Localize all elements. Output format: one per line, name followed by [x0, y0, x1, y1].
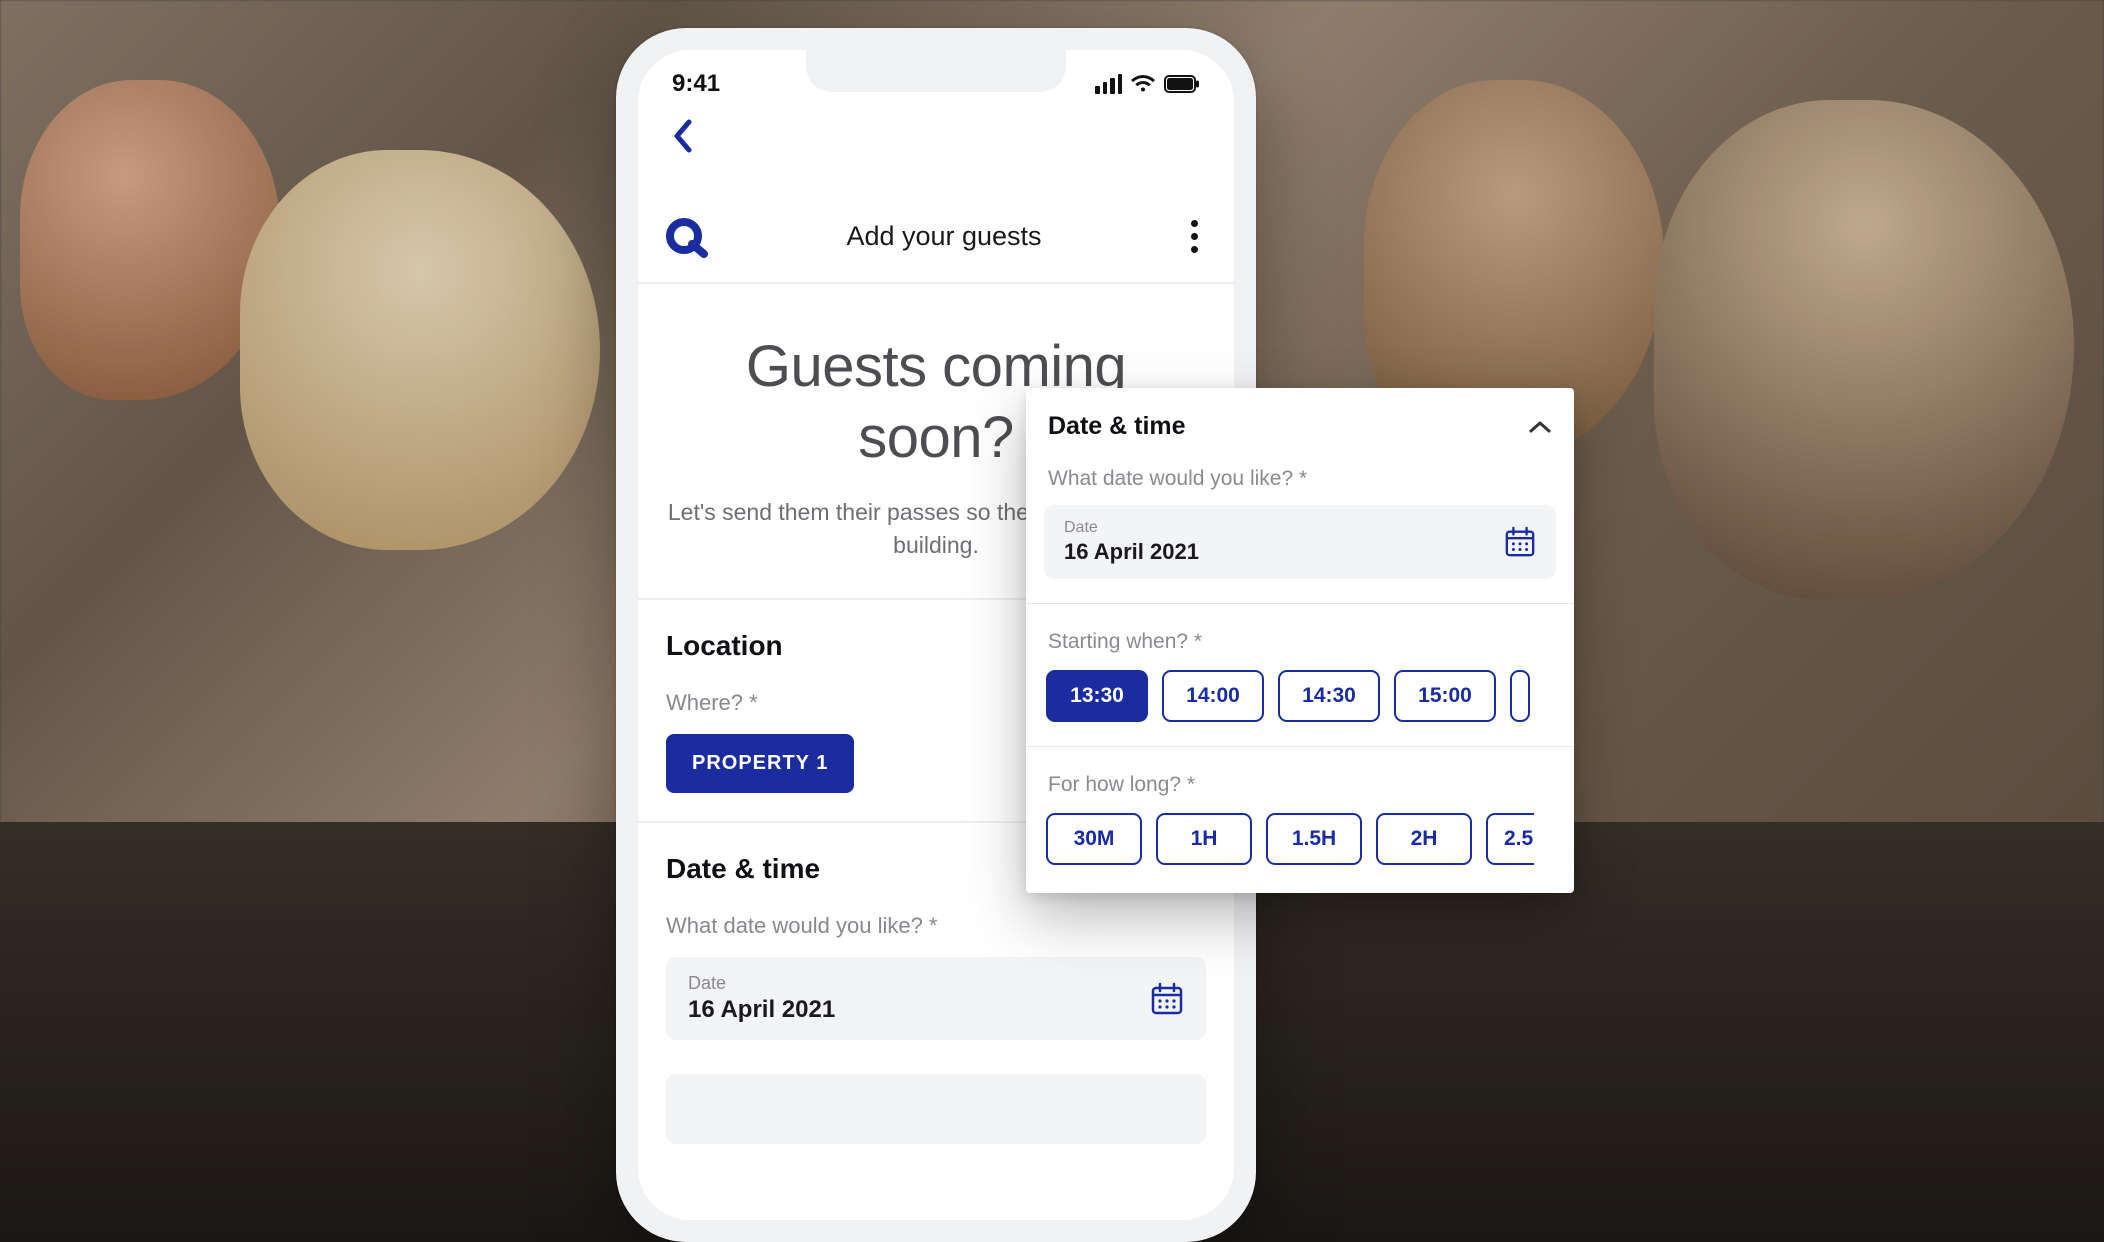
time-option[interactable]: 14:30 — [1278, 670, 1380, 722]
popover-date-field-value: 16 April 2021 — [1064, 539, 1199, 565]
chevron-left-icon — [671, 119, 693, 153]
kebab-dot-icon — [1191, 246, 1198, 253]
calendar-icon — [1504, 526, 1536, 558]
duration-option[interactable]: 30M — [1046, 813, 1142, 865]
battery-icon — [1164, 75, 1200, 93]
popover-title: Date & time — [1048, 412, 1186, 441]
status-time: 9:41 — [672, 70, 720, 98]
time-option[interactable]: 13:30 — [1046, 670, 1148, 722]
date-field-label: Date — [688, 973, 835, 994]
date-time-popover: Date & time What date would you like? * … — [1026, 388, 1574, 893]
date-time-title: Date & time — [666, 853, 820, 885]
wifi-icon — [1130, 74, 1156, 94]
divider — [1026, 746, 1574, 747]
date-question-label: What date would you like? * — [666, 913, 1206, 939]
popover-date-question: What date would you like? * — [1044, 467, 1556, 491]
time-option[interactable]: 14:00 — [1162, 670, 1264, 722]
popover-date-field-label: Date — [1064, 519, 1199, 537]
time-option[interactable]: 15:00 — [1394, 670, 1496, 722]
calendar-icon — [1150, 982, 1184, 1016]
date-input[interactable]: Date 16 April 2021 — [666, 957, 1206, 1040]
page-title: Add your guests — [708, 221, 1180, 252]
popover-date-input[interactable]: Date 16 April 2021 — [1044, 505, 1556, 579]
app-header: Add your guests — [638, 190, 1234, 284]
popover-start-question: Starting when? * — [1044, 630, 1556, 654]
kebab-dot-icon — [1191, 220, 1198, 227]
phone-notch — [806, 50, 1066, 92]
kebab-dot-icon — [1191, 233, 1198, 240]
status-right-icons — [1095, 74, 1200, 94]
popover-header[interactable]: Date & time — [1044, 412, 1556, 441]
property-chip[interactable]: PROPERTY 1 — [666, 734, 854, 793]
cellular-signal-icon — [1095, 74, 1122, 94]
time-options-row: 13:30 14:00 14:30 15:00 — [1044, 670, 1556, 722]
divider — [1026, 603, 1574, 604]
app-logo-icon — [664, 214, 708, 258]
time-option[interactable] — [1510, 670, 1530, 722]
back-button[interactable] — [658, 112, 706, 160]
duration-option[interactable]: 1.5H — [1266, 813, 1362, 865]
hero-heading-line2: soon? — [858, 405, 1014, 470]
more-menu-button[interactable] — [1180, 220, 1208, 253]
popover-duration-question: For how long? * — [1044, 773, 1556, 797]
date-field-value: 16 April 2021 — [688, 996, 835, 1024]
next-field-placeholder — [666, 1074, 1206, 1144]
chevron-up-icon — [1528, 420, 1552, 434]
duration-option[interactable]: 2.5 — [1486, 813, 1534, 865]
duration-option[interactable]: 2H — [1376, 813, 1472, 865]
duration-option[interactable]: 1H — [1156, 813, 1252, 865]
duration-options-row: 30M 1H 1.5H 2H 2.5 — [1044, 813, 1556, 865]
